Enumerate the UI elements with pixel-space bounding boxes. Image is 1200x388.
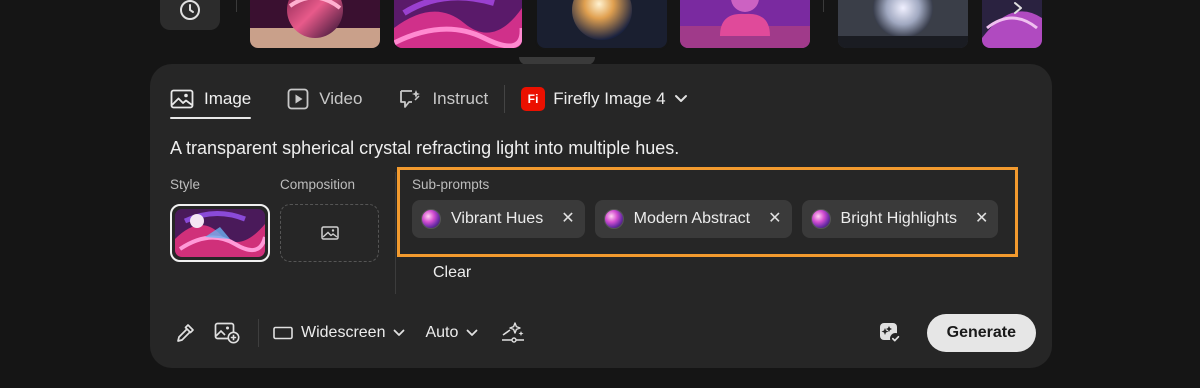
prompt-panel: Image Video Instruct Fi Firefly Image 4 [150,64,1052,368]
aspect-ratio-label: Widescreen [301,324,386,341]
subprompt-chip[interactable]: Modern Abstract ✕ [594,200,792,238]
content-type-label: Auto [425,324,459,341]
toolbar-divider [258,319,259,347]
style-reference-thumbnail[interactable] [170,204,270,262]
video-icon [287,88,309,110]
chevron-down-icon [674,95,687,102]
generate-button[interactable]: Generate [926,314,1036,352]
subprompts-section: Sub-prompts Vibrant Hues ✕ Modern Abstra… [397,167,1018,257]
eyedropper-button[interactable] [170,318,200,348]
credits-button[interactable] [875,318,905,348]
tab-video-label: Video [319,89,363,108]
subprompt-label: Bright Highlights [840,210,958,227]
firefly-logo: Fi [521,87,546,111]
tab-instruct-label: Instruct [432,89,489,108]
subprompts-divider [395,172,396,294]
chevron-down-icon [394,329,405,336]
composition-upload-slot[interactable] [280,204,379,262]
style-label: Style [170,177,201,192]
credits-check-icon [879,323,901,344]
subprompt-thumbnail-icon [421,209,441,229]
subprompt-thumbnail-icon [603,209,624,229]
thumbnail-3-selected[interactable] [537,0,667,48]
effects-settings-button[interactable] [498,318,528,348]
subprompt-thumbnail-icon [810,209,831,229]
prompt-input[interactable]: A transparent spherical crystal refracti… [170,138,679,159]
widescreen-icon [273,326,293,340]
mode-tabs: Image Video Instruct Fi Firefly Image 4 [170,82,688,119]
tab-image[interactable]: Image [170,82,252,119]
bottom-toolbar: Widescreen Auto Generate [170,314,1036,352]
subprompt-chip[interactable]: Bright Highlights ✕ [801,200,999,238]
close-icon[interactable]: ✕ [975,211,988,227]
subprompts-label: Sub-prompts [412,177,490,192]
subprompt-chips: Vibrant Hues ✕ Modern Abstract ✕ Bright … [412,200,999,238]
instruct-icon [400,90,421,108]
subprompt-chip[interactable]: Vibrant Hues ✕ [412,200,585,238]
eyedropper-icon [177,324,194,342]
image-placeholder-icon [320,226,339,240]
tab-video[interactable]: Video [287,82,362,116]
sparkle-settings-icon [502,322,525,343]
tab-image-label: Image [204,89,252,108]
chevron-right-icon [1014,2,1022,14]
model-label: Firefly Image 4 [553,89,666,108]
subprompt-label: Vibrant Hues [451,210,544,227]
close-icon[interactable]: ✕ [561,211,574,227]
history-icon [180,0,200,20]
image-icon [170,89,194,109]
chevron-down-icon [467,329,478,336]
subprompt-label: Modern Abstract [633,210,751,227]
close-icon[interactable]: ✕ [768,211,781,227]
thumbnail-4[interactable] [680,0,810,48]
strip-divider [236,0,237,12]
add-image-icon [214,322,240,344]
clear-subprompts-button[interactable]: Clear [433,264,471,282]
next-thumbnails-button[interactable] [1000,0,1036,26]
tab-instruct[interactable]: Instruct [398,82,488,116]
thumbnail-strip [0,0,1200,65]
strip-divider [823,0,824,12]
thumbnail-2[interactable] [394,0,522,48]
composition-label: Composition [280,177,356,192]
model-picker[interactable]: Fi Firefly Image 4 [521,87,687,111]
add-image-button[interactable] [212,318,242,348]
thumbnail-5[interactable] [838,0,968,48]
aspect-ratio-dropdown[interactable]: Widescreen [273,324,405,342]
history-button[interactable] [160,0,220,30]
tabs-divider [504,85,506,113]
thumbnail-1[interactable] [250,0,380,48]
content-type-dropdown[interactable]: Auto [425,324,478,342]
